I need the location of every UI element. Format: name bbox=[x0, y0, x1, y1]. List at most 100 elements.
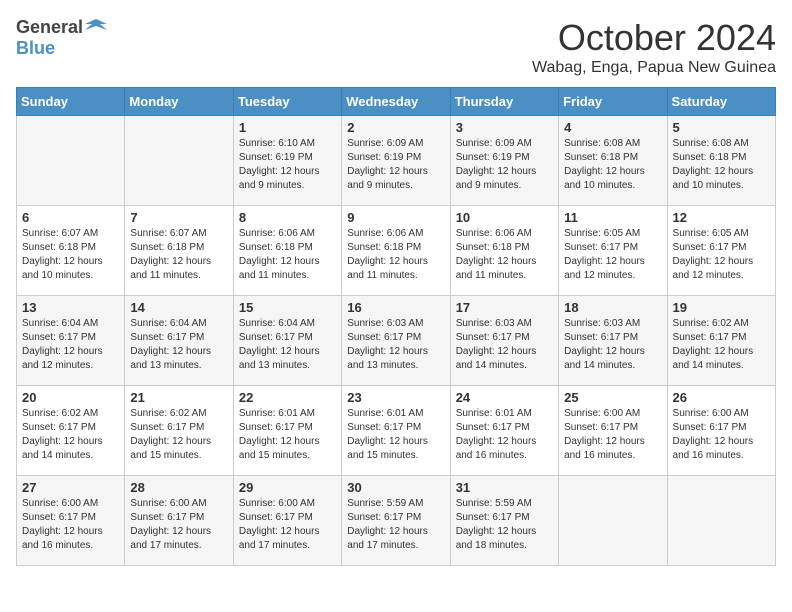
day-info: Sunrise: 6:03 AM Sunset: 6:17 PM Dayligh… bbox=[564, 317, 661, 373]
calendar-cell: 30Sunrise: 5:59 AM Sunset: 6:17 PM Dayli… bbox=[342, 476, 450, 566]
calendar-cell: 14 Sunrise: 6:04 AM Sunset: 6:17 PM Dayli… bbox=[125, 296, 233, 386]
weekday-header-friday: Friday bbox=[559, 88, 667, 116]
day-info: Sunrise: 6:07 AM Sunset: 6:18 PM Dayligh… bbox=[130, 227, 227, 283]
day-info: Sunrise: 6:05 AM Sunset: 6:17 PM Dayligh… bbox=[564, 227, 661, 283]
calendar-week-4: 20 Sunrise: 6:02 AM Sunset: 6:17 PM Dayli… bbox=[17, 386, 776, 476]
day-info: Sunrise: 6:08 AM Sunset: 6:18 PM Dayligh… bbox=[564, 137, 661, 193]
calendar-cell: 22 Sunrise: 6:01 AM Sunset: 6:17 PM Dayli… bbox=[233, 386, 341, 476]
day-info: Sunrise: 6:03 AM Sunset: 6:17 PM Dayligh… bbox=[456, 317, 553, 373]
calendar-cell: 15 Sunrise: 6:04 AM Sunset: 6:17 PM Dayli… bbox=[233, 296, 341, 386]
calendar-cell: 27 Sunrise: 6:00 AM Sunset: 6:17 PM Dayli… bbox=[17, 476, 125, 566]
calendar-cell: 2 Sunrise: 6:09 AM Sunset: 6:19 PM Daylig… bbox=[342, 116, 450, 206]
day-number: 15 bbox=[239, 300, 336, 315]
day-number: 11 bbox=[564, 210, 661, 225]
day-info: Sunrise: 6:04 AM Sunset: 6:17 PM Dayligh… bbox=[22, 317, 119, 373]
day-number: 28 bbox=[130, 480, 227, 495]
day-number: 5 bbox=[673, 120, 770, 135]
day-info: Sunrise: 6:04 AM Sunset: 6:17 PM Dayligh… bbox=[130, 317, 227, 373]
day-info: Sunrise: 6:00 AM Sunset: 6:17 PM Dayligh… bbox=[22, 497, 119, 553]
day-number: 4 bbox=[564, 120, 661, 135]
calendar-table: SundayMondayTuesdayWednesdayThursdayFrid… bbox=[16, 87, 776, 566]
calendar-cell: 7 Sunrise: 6:07 AM Sunset: 6:18 PM Daylig… bbox=[125, 206, 233, 296]
day-info: Sunrise: 6:01 AM Sunset: 6:17 PM Dayligh… bbox=[239, 407, 336, 463]
day-info: Sunrise: 6:00 AM Sunset: 6:17 PM Dayligh… bbox=[239, 497, 336, 553]
calendar-cell: 11 Sunrise: 6:05 AM Sunset: 6:17 PM Dayli… bbox=[559, 206, 667, 296]
day-number: 20 bbox=[22, 390, 119, 405]
calendar-cell bbox=[125, 116, 233, 206]
day-number: 6 bbox=[22, 210, 119, 225]
calendar-cell: 29 Sunrise: 6:00 AM Sunset: 6:17 PM Dayli… bbox=[233, 476, 341, 566]
calendar-cell: 8 Sunrise: 6:06 AM Sunset: 6:18 PM Daylig… bbox=[233, 206, 341, 296]
header-area: General Blue October 2024 Wabag, Enga, P… bbox=[16, 16, 776, 77]
day-info: Sunrise: 6:02 AM Sunset: 6:17 PM Dayligh… bbox=[130, 407, 227, 463]
logo-text-block: General Blue bbox=[16, 16, 107, 59]
day-info: Sunrise: 6:03 AM Sunset: 6:17 PM Dayligh… bbox=[347, 317, 444, 373]
calendar-cell: 24 Sunrise: 6:01 AM Sunset: 6:17 PM Dayli… bbox=[450, 386, 558, 476]
weekday-header-row: SundayMondayTuesdayWednesdayThursdayFrid… bbox=[17, 88, 776, 116]
day-info: Sunrise: 6:00 AM Sunset: 6:17 PM Dayligh… bbox=[130, 497, 227, 553]
day-info: Sunrise: 6:01 AM Sunset: 6:17 PM Dayligh… bbox=[456, 407, 553, 463]
calendar-cell: 21 Sunrise: 6:02 AM Sunset: 6:17 PM Dayli… bbox=[125, 386, 233, 476]
calendar-cell: 25Sunrise: 6:00 AM Sunset: 6:17 PM Dayli… bbox=[559, 386, 667, 476]
weekday-header-sunday: Sunday bbox=[17, 88, 125, 116]
day-info: Sunrise: 6:06 AM Sunset: 6:18 PM Dayligh… bbox=[239, 227, 336, 283]
day-info: Sunrise: 6:01 AM Sunset: 6:17 PM Dayligh… bbox=[347, 407, 444, 463]
day-info: Sunrise: 6:07 AM Sunset: 6:18 PM Dayligh… bbox=[22, 227, 119, 283]
day-number: 12 bbox=[673, 210, 770, 225]
day-info: Sunrise: 6:08 AM Sunset: 6:18 PM Dayligh… bbox=[673, 137, 770, 193]
calendar-cell: 1Sunrise: 6:10 AM Sunset: 6:19 PM Daylig… bbox=[233, 116, 341, 206]
calendar-cell: 6 Sunrise: 6:07 AM Sunset: 6:18 PM Daylig… bbox=[17, 206, 125, 296]
calendar-cell: 18Sunrise: 6:03 AM Sunset: 6:17 PM Dayli… bbox=[559, 296, 667, 386]
day-info: Sunrise: 6:09 AM Sunset: 6:19 PM Dayligh… bbox=[347, 137, 444, 193]
day-number: 9 bbox=[347, 210, 444, 225]
day-number: 1 bbox=[239, 120, 336, 135]
calendar-title: October 2024 bbox=[532, 16, 776, 59]
calendar-cell bbox=[17, 116, 125, 206]
day-info: Sunrise: 6:05 AM Sunset: 6:17 PM Dayligh… bbox=[673, 227, 770, 283]
calendar-cell: 16 Sunrise: 6:03 AM Sunset: 6:17 PM Dayli… bbox=[342, 296, 450, 386]
day-number: 2 bbox=[347, 120, 444, 135]
day-info: Sunrise: 6:09 AM Sunset: 6:19 PM Dayligh… bbox=[456, 137, 553, 193]
calendar-cell: 9 Sunrise: 6:06 AM Sunset: 6:18 PM Daylig… bbox=[342, 206, 450, 296]
calendar-subtitle: Wabag, Enga, Papua New Guinea bbox=[532, 59, 776, 77]
calendar-cell: 13 Sunrise: 6:04 AM Sunset: 6:17 PM Dayli… bbox=[17, 296, 125, 386]
day-number: 3 bbox=[456, 120, 553, 135]
calendar-cell: 20Sunrise: 6:02 AM Sunset: 6:17 PM Dayli… bbox=[17, 386, 125, 476]
day-number: 27 bbox=[22, 480, 119, 495]
calendar-cell: 19Sunrise: 6:02 AM Sunset: 6:17 PM Dayli… bbox=[667, 296, 775, 386]
logo-general: General bbox=[16, 17, 83, 38]
calendar-cell: 4 Sunrise: 6:08 AM Sunset: 6:18 PM Daylig… bbox=[559, 116, 667, 206]
calendar-cell: 17 Sunrise: 6:03 AM Sunset: 6:17 PM Dayli… bbox=[450, 296, 558, 386]
calendar-week-1: 1Sunrise: 6:10 AM Sunset: 6:19 PM Daylig… bbox=[17, 116, 776, 206]
day-number: 22 bbox=[239, 390, 336, 405]
day-number: 24 bbox=[456, 390, 553, 405]
day-info: Sunrise: 6:00 AM Sunset: 6:17 PM Dayligh… bbox=[673, 407, 770, 463]
day-number: 29 bbox=[239, 480, 336, 495]
calendar-cell: 5 Sunrise: 6:08 AM Sunset: 6:18 PM Daylig… bbox=[667, 116, 775, 206]
logo-blue: Blue bbox=[16, 38, 55, 59]
day-number: 7 bbox=[130, 210, 227, 225]
day-number: 8 bbox=[239, 210, 336, 225]
day-info: Sunrise: 6:06 AM Sunset: 6:18 PM Dayligh… bbox=[456, 227, 553, 283]
logo-bird-icon bbox=[85, 16, 107, 38]
calendar-cell: 23Sunrise: 6:01 AM Sunset: 6:17 PM Dayli… bbox=[342, 386, 450, 476]
day-number: 17 bbox=[456, 300, 553, 315]
day-info: Sunrise: 5:59 AM Sunset: 6:17 PM Dayligh… bbox=[347, 497, 444, 553]
day-info: Sunrise: 6:02 AM Sunset: 6:17 PM Dayligh… bbox=[673, 317, 770, 373]
calendar-week-2: 6 Sunrise: 6:07 AM Sunset: 6:18 PM Daylig… bbox=[17, 206, 776, 296]
day-number: 25 bbox=[564, 390, 661, 405]
day-number: 21 bbox=[130, 390, 227, 405]
logo: General Blue bbox=[16, 16, 107, 59]
day-info: Sunrise: 6:04 AM Sunset: 6:17 PM Dayligh… bbox=[239, 317, 336, 373]
weekday-header-wednesday: Wednesday bbox=[342, 88, 450, 116]
weekday-header-saturday: Saturday bbox=[667, 88, 775, 116]
day-number: 16 bbox=[347, 300, 444, 315]
day-number: 13 bbox=[22, 300, 119, 315]
day-number: 10 bbox=[456, 210, 553, 225]
calendar-week-3: 13 Sunrise: 6:04 AM Sunset: 6:17 PM Dayli… bbox=[17, 296, 776, 386]
day-number: 14 bbox=[130, 300, 227, 315]
day-number: 31 bbox=[456, 480, 553, 495]
calendar-week-5: 27 Sunrise: 6:00 AM Sunset: 6:17 PM Dayli… bbox=[17, 476, 776, 566]
day-info: Sunrise: 6:06 AM Sunset: 6:18 PM Dayligh… bbox=[347, 227, 444, 283]
calendar-cell bbox=[559, 476, 667, 566]
